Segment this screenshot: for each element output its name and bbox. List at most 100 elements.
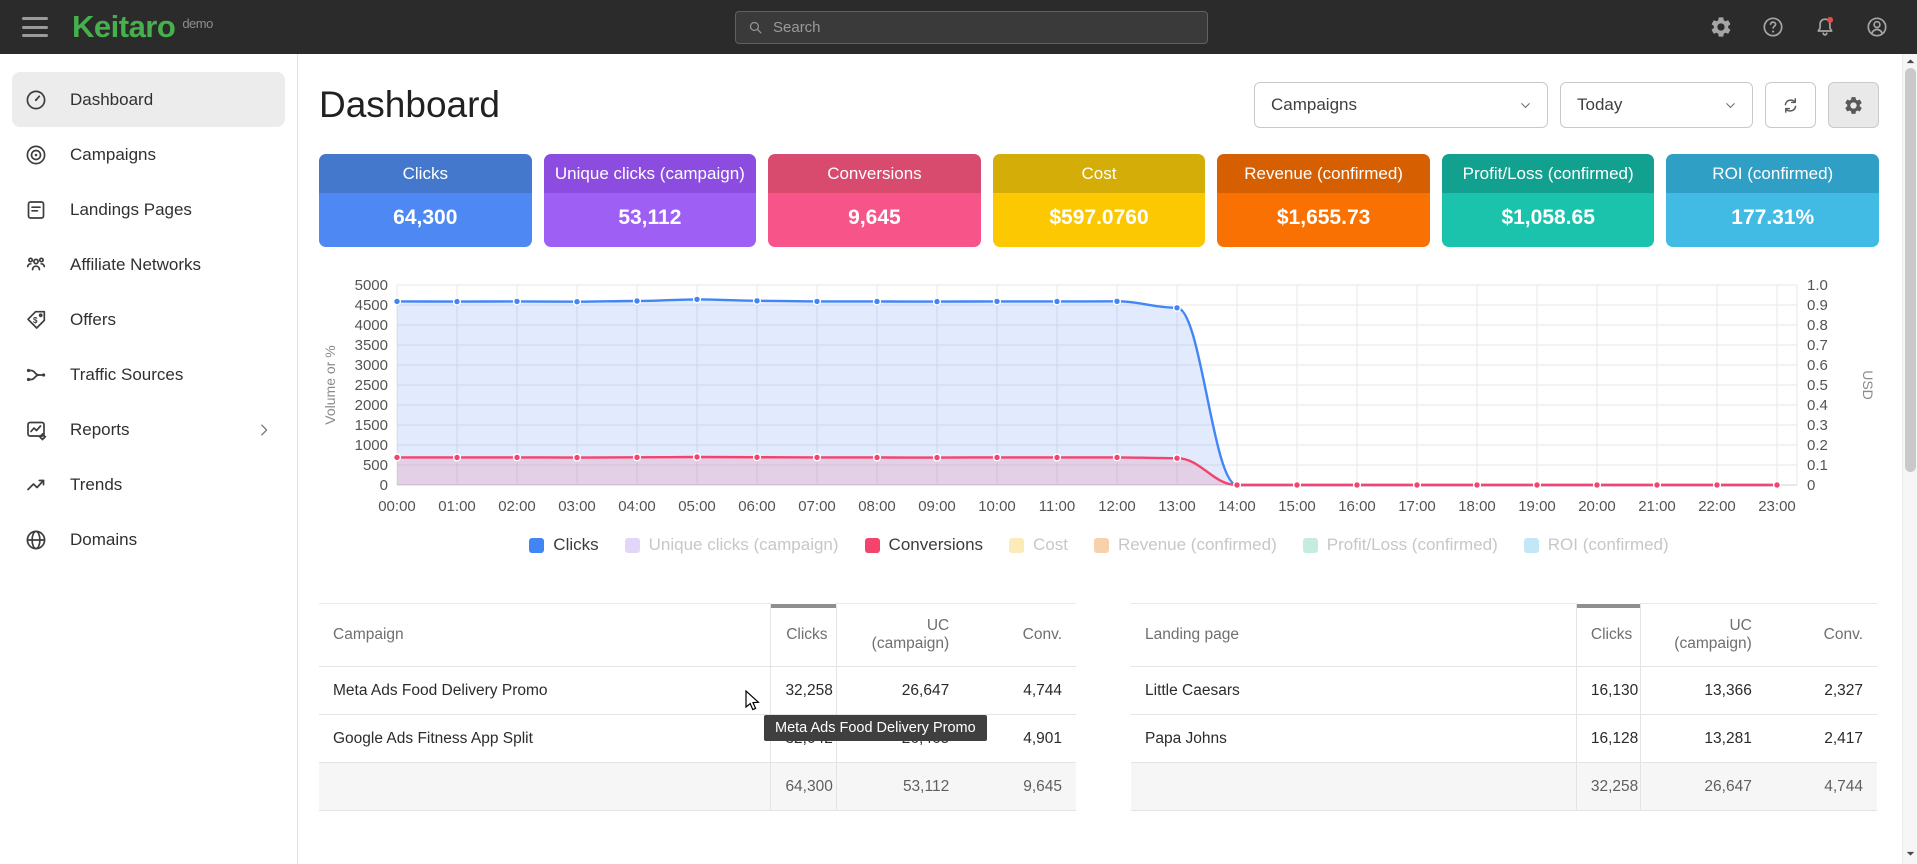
sidebar-item-offers[interactable]: $ Offers bbox=[12, 292, 285, 347]
svg-text:07:00: 07:00 bbox=[798, 498, 836, 515]
cell: 13,281 bbox=[1641, 715, 1766, 763]
scrollbar-thumb[interactable] bbox=[1905, 68, 1916, 472]
stat-card-label: Cost bbox=[993, 154, 1206, 193]
column-header-uc-campaign-[interactable]: UC (campaign) bbox=[1641, 604, 1766, 667]
column-header-conv-[interactable]: Conv. bbox=[1766, 604, 1877, 667]
legend-swatch bbox=[529, 538, 544, 553]
legend-item-revenue-confirmed-[interactable]: Revenue (confirmed) bbox=[1094, 535, 1277, 555]
svg-text:0.5: 0.5 bbox=[1807, 377, 1828, 394]
column-header-conv-[interactable]: Conv. bbox=[963, 604, 1076, 667]
legend-item-profit-loss-confirmed-[interactable]: Profit/Loss (confirmed) bbox=[1303, 535, 1498, 555]
stat-card-clicks: Clicks 64,300 bbox=[319, 154, 532, 247]
scroll-up-arrow[interactable] bbox=[1904, 55, 1917, 68]
svg-text:$: $ bbox=[33, 315, 38, 324]
sidebar-item-domains[interactable]: Domains bbox=[12, 512, 285, 567]
svg-text:14:00: 14:00 bbox=[1218, 498, 1256, 515]
cell: 2,327 bbox=[1766, 667, 1877, 715]
stat-card-revenue-confirmed-: Revenue (confirmed) $1,655.73 bbox=[1217, 154, 1430, 247]
notifications-bell-icon[interactable] bbox=[1813, 15, 1837, 39]
stat-card-value: 64,300 bbox=[319, 193, 532, 247]
svg-text:03:00: 03:00 bbox=[558, 498, 596, 515]
table-header-row: CampaignClicksUC (campaign)Conv. bbox=[319, 604, 1076, 667]
sidebar-item-landings-pages[interactable]: Landings Pages bbox=[12, 182, 285, 237]
affiliate-icon bbox=[24, 253, 48, 277]
campaigns-icon bbox=[24, 143, 48, 167]
search-input[interactable] bbox=[773, 19, 1196, 36]
vertical-scrollbar bbox=[1902, 54, 1917, 864]
legend-swatch bbox=[865, 538, 880, 553]
stat-card-label: Revenue (confirmed) bbox=[1217, 154, 1430, 193]
sidebar-item-dashboard[interactable]: Dashboard bbox=[12, 72, 285, 127]
cell[interactable]: Little Caesars bbox=[1131, 667, 1576, 715]
table-header-row: Landing pageClicksUC (campaign)Conv. bbox=[1131, 604, 1877, 667]
summary-tables: CampaignClicksUC (campaign)Conv.Meta Ads… bbox=[319, 603, 1879, 811]
sidebar-navigation: Dashboard Campaigns Landings Pages Affil… bbox=[0, 54, 298, 864]
table-row[interactable]: Meta Ads Food Delivery Promo32,25826,647… bbox=[319, 667, 1076, 715]
total-cell: 53,112 bbox=[836, 763, 963, 811]
svg-text:22:00: 22:00 bbox=[1698, 498, 1736, 515]
legend-item-clicks[interactable]: Clicks bbox=[529, 535, 598, 555]
sidebar-item-traffic-sources[interactable]: Traffic Sources bbox=[12, 347, 285, 402]
cell[interactable]: Papa Johns bbox=[1131, 715, 1576, 763]
refresh-button[interactable] bbox=[1765, 82, 1816, 128]
svg-text:0.7: 0.7 bbox=[1807, 337, 1828, 354]
stat-card-value: $1,655.73 bbox=[1217, 193, 1430, 247]
gear-icon bbox=[1843, 95, 1864, 116]
svg-text:2000: 2000 bbox=[355, 397, 388, 414]
svg-text:5000: 5000 bbox=[355, 277, 388, 294]
svg-text:15:00: 15:00 bbox=[1278, 498, 1316, 515]
svg-text:19:00: 19:00 bbox=[1518, 498, 1556, 515]
account-icon[interactable] bbox=[1865, 15, 1889, 39]
table-totals-row: 32,25826,6474,744 bbox=[1131, 763, 1877, 811]
stat-card-conversions: Conversions 9,645 bbox=[768, 154, 981, 247]
chart-legend: Clicks Unique clicks (campaign) Conversi… bbox=[319, 535, 1879, 555]
stat-card-value: 9,645 bbox=[768, 193, 981, 247]
legend-swatch bbox=[1094, 538, 1109, 553]
app-logo[interactable]: Keitarodemo bbox=[72, 9, 213, 45]
legend-swatch bbox=[1303, 538, 1318, 553]
sidebar-item-affiliate-networks[interactable]: Affiliate Networks bbox=[12, 237, 285, 292]
legend-item-roi-confirmed-[interactable]: ROI (confirmed) bbox=[1524, 535, 1669, 555]
column-header-uc-campaign-[interactable]: UC (campaign) bbox=[836, 604, 963, 667]
svg-text:1.0: 1.0 bbox=[1807, 277, 1828, 294]
grouping-select[interactable]: Campaigns bbox=[1254, 82, 1548, 128]
dashboard-settings-button[interactable] bbox=[1828, 82, 1879, 128]
help-icon[interactable] bbox=[1761, 15, 1785, 39]
column-header-landing-page[interactable]: Landing page bbox=[1131, 604, 1576, 667]
sidebar-item-label: Campaigns bbox=[70, 145, 156, 165]
chevron-right-icon bbox=[255, 421, 273, 439]
stat-card-label: Conversions bbox=[768, 154, 981, 193]
cell[interactable]: Meta Ads Food Delivery Promo bbox=[319, 667, 771, 715]
svg-text:06:00: 06:00 bbox=[738, 498, 776, 515]
stat-card-value: $1,058.65 bbox=[1442, 193, 1655, 247]
sidebar-item-trends[interactable]: Trends bbox=[12, 457, 285, 512]
svg-text:04:00: 04:00 bbox=[618, 498, 656, 515]
table-row[interactable]: Papa Johns16,12813,2812,417 bbox=[1131, 715, 1877, 763]
svg-text:08:00: 08:00 bbox=[858, 498, 896, 515]
svg-text:09:00: 09:00 bbox=[918, 498, 956, 515]
legend-label: Profit/Loss (confirmed) bbox=[1327, 535, 1498, 555]
table-row[interactable]: Little Caesars16,13013,3662,327 bbox=[1131, 667, 1877, 715]
total-cell: 32,258 bbox=[1576, 763, 1640, 811]
scroll-down-arrow[interactable] bbox=[1904, 847, 1917, 860]
dashboard-chart[interactable]: 0500100015002000250030003500400045005000… bbox=[319, 277, 1879, 525]
menu-icon[interactable] bbox=[22, 17, 48, 37]
settings-icon[interactable] bbox=[1709, 15, 1733, 39]
svg-text:12:00: 12:00 bbox=[1098, 498, 1136, 515]
sidebar-item-campaigns[interactable]: Campaigns bbox=[12, 127, 285, 182]
top-navigation-bar: Keitarodemo bbox=[0, 0, 1917, 54]
date-range-select[interactable]: Today bbox=[1560, 82, 1753, 128]
column-header-clicks[interactable]: Clicks bbox=[1576, 604, 1640, 667]
legend-item-unique-clicks-campaign-[interactable]: Unique clicks (campaign) bbox=[625, 535, 839, 555]
column-header-clicks[interactable]: Clicks bbox=[771, 604, 836, 667]
traffic-icon bbox=[24, 363, 48, 387]
sidebar-item-reports[interactable]: Reports bbox=[12, 402, 285, 457]
legend-item-conversions[interactable]: Conversions bbox=[865, 535, 984, 555]
cell[interactable]: Google Ads Fitness App Split bbox=[319, 715, 771, 763]
legend-label: Unique clicks (campaign) bbox=[649, 535, 839, 555]
stat-card-label: Profit/Loss (confirmed) bbox=[1442, 154, 1655, 193]
legend-item-cost[interactable]: Cost bbox=[1009, 535, 1068, 555]
column-header-campaign[interactable]: Campaign bbox=[319, 604, 771, 667]
svg-text:4000: 4000 bbox=[355, 317, 388, 334]
chevron-down-icon bbox=[1518, 98, 1533, 113]
